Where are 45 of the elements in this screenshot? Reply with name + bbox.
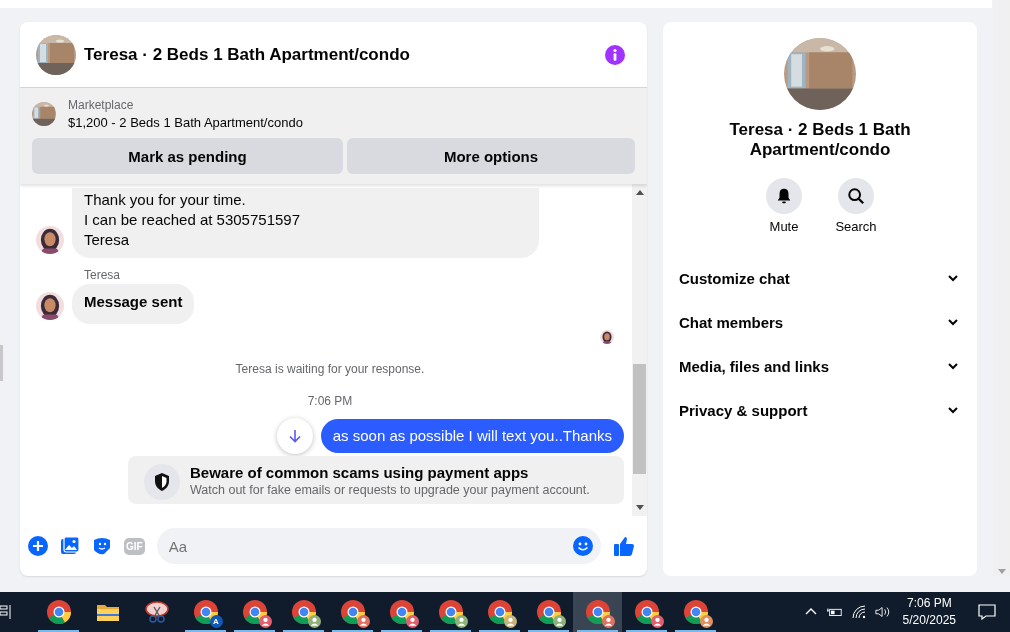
notice-text: Watch out for fake emails or requests to upgrade your payment account. <box>190 483 590 497</box>
sticker-icon[interactable] <box>92 536 112 556</box>
message-bubble: Message sent <box>72 284 195 324</box>
chevron-down-icon <box>947 272 959 284</box>
message-bubble: Thank you for your time. I can be reached at 5305751597 Teresa <box>72 188 539 258</box>
battery-icon[interactable] <box>826 605 843 619</box>
message-field[interactable]: Aa <box>156 528 601 564</box>
chrome-icon <box>45 599 72 625</box>
search-icon <box>847 187 865 205</box>
photo-icon[interactable] <box>60 536 80 556</box>
listing-source: Marketplace <box>68 98 135 112</box>
conversation-title: Teresa · 2 Beds 1 Bath Apartment/condo <box>728 120 912 160</box>
thumbs-up-icon[interactable] <box>613 535 635 557</box>
chevron-down-icon <box>947 360 959 372</box>
section-toggle[interactable]: Customize chat <box>663 256 977 300</box>
bell-icon <box>775 187 793 205</box>
plus-icon[interactable] <box>28 536 48 556</box>
info-icon[interactable] <box>605 44 625 65</box>
listing-button[interactable]: Mark as pending <box>32 138 343 174</box>
volume-icon[interactable] <box>874 605 891 619</box>
chevron-down-icon <box>947 404 959 416</box>
section-toggle[interactable]: Chat members <box>663 300 977 344</box>
notification-icon[interactable] <box>978 604 996 620</box>
listing-button[interactable]: More options <box>347 138 635 174</box>
chevron-down-icon <box>947 316 959 328</box>
wifi-icon[interactable] <box>850 605 867 619</box>
listing-title: $1,200 - 2 Beds 1 Bath Apartment/condo <box>68 115 303 130</box>
scrollbar[interactable] <box>632 184 647 516</box>
taskbar-app[interactable] <box>573 592 622 632</box>
sender-name: Teresa <box>84 268 122 282</box>
taskbar-app[interactable]: A <box>181 592 230 632</box>
scroll-down-button[interactable] <box>276 418 313 454</box>
notice-title: Beware of common scams using payment apps <box>190 464 530 481</box>
chat-title: Teresa · 2 Beds 1 Bath Apartment/condo <box>84 44 411 65</box>
section-toggle[interactable]: Media, files and links <box>663 344 977 388</box>
status-text: Teresa is waiting for your response. <box>235 362 425 376</box>
section-toggle[interactable]: Privacy & support <box>663 388 977 432</box>
chrome-icon <box>192 599 219 625</box>
timestamp: 7:06 PM <box>307 394 353 408</box>
emoji-icon[interactable] <box>573 536 593 556</box>
task-view-icon[interactable] <box>0 604 12 620</box>
shield-icon <box>144 464 180 500</box>
clock[interactable]: 7:06 PM 5/20/2025 <box>902 595 956 629</box>
message-bubble: as soon as possible I will text you..Thanks <box>320 419 624 453</box>
scissors-icon <box>143 599 170 625</box>
